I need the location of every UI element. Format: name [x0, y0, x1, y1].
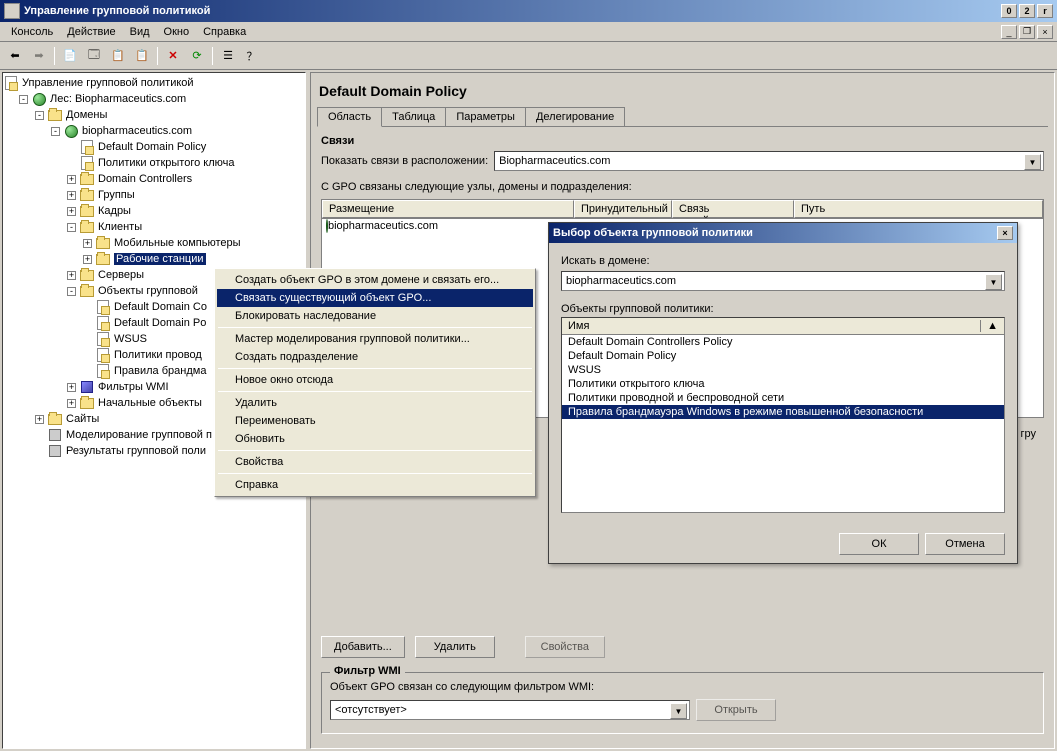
help-button[interactable]: ？	[241, 45, 263, 67]
cm-help[interactable]: Справка	[217, 476, 533, 494]
maximize-button[interactable]: 2	[1019, 4, 1035, 18]
add-button[interactable]: Добавить...	[321, 636, 405, 658]
tree-default-domain-policy[interactable]: Default Domain Policy	[3, 139, 305, 155]
list-item[interactable]: Политики открытого ключа	[562, 377, 1004, 391]
col-path[interactable]: Путь	[794, 200, 1043, 218]
menu-action[interactable]: Действие	[60, 24, 122, 40]
cancel-button[interactable]: Отмена	[925, 533, 1005, 555]
menu-window[interactable]: Окно	[157, 24, 197, 40]
search-domain-dropdown[interactable]: biopharmaceutics.com	[561, 271, 1005, 291]
tree-forest[interactable]: -Лес: Biopharmaceutics.com	[3, 91, 305, 107]
list-item[interactable]: WSUS	[562, 363, 1004, 377]
listbox-header[interactable]: Имя▲	[562, 318, 1004, 335]
show-hide-button[interactable]: 🗔	[83, 45, 105, 67]
list-item[interactable]: Политики проводной и беспроводной сети	[562, 391, 1004, 405]
properties-button-2[interactable]: Свойства	[525, 636, 605, 658]
refresh-button[interactable]: ⟳	[186, 45, 208, 67]
cm-delete[interactable]: Удалить	[217, 394, 533, 412]
cm-link-existing[interactable]: Связать существующий объект GPO...	[217, 289, 533, 307]
delete-button[interactable]: ✕	[162, 45, 184, 67]
cm-modeling-wizard[interactable]: Мастер моделирования групповой политики.…	[217, 330, 533, 348]
tab-delegation[interactable]: Делегирование	[525, 107, 625, 126]
tab-table[interactable]: Таблица	[381, 107, 446, 126]
page-title: Default Domain Policy	[317, 79, 1048, 107]
back-button[interactable]: ⬅	[4, 45, 26, 67]
dialog-title: Выбор объекта групповой политики	[553, 227, 753, 239]
remove-button[interactable]: Удалить	[415, 636, 495, 658]
tab-scope[interactable]: Область	[317, 107, 382, 127]
app-icon	[4, 3, 20, 19]
cm-refresh[interactable]: Обновить	[217, 430, 533, 448]
wmi-filter-title: Фильтр WMI	[330, 665, 405, 677]
minimize-button[interactable]: 0	[1001, 4, 1017, 18]
menu-console[interactable]: Консоль	[4, 24, 60, 40]
copy-button[interactable]: 📋	[107, 45, 129, 67]
tree-root[interactable]: Управление групповой политикой	[3, 75, 305, 91]
ok-button[interactable]: ОК	[839, 533, 919, 555]
col-enforced[interactable]: Принудительный	[574, 200, 672, 218]
tab-settings[interactable]: Параметры	[445, 107, 526, 126]
dialog-close-button[interactable]: ×	[997, 226, 1013, 240]
cm-block-inheritance[interactable]: Блокировать наследование	[217, 307, 533, 325]
up-button[interactable]: 📄	[59, 45, 81, 67]
main-titlebar: Управление групповой политикой 0 2 r	[0, 0, 1057, 22]
location-dropdown[interactable]: Biopharmaceutics.com	[494, 151, 1044, 171]
menu-view[interactable]: Вид	[123, 24, 157, 40]
list-item[interactable]: Default Domain Controllers Policy	[562, 335, 1004, 349]
col-location[interactable]: Размещение	[322, 200, 574, 218]
tree-domain[interactable]: -biopharmaceutics.com	[3, 123, 305, 139]
show-links-label: Показать связи в расположении:	[321, 155, 488, 167]
wmi-filter-label: Объект GPO связан со следующим фильтром …	[330, 681, 1035, 693]
cm-properties[interactable]: Свойства	[217, 453, 533, 471]
wmi-filter-dropdown[interactable]: <отсутствует>	[330, 700, 690, 720]
cm-create-gpo[interactable]: Создать объект GPO в этом домене и связа…	[217, 271, 533, 289]
mdi-minimize-button[interactable]: _	[1001, 25, 1017, 39]
tabs: Область Таблица Параметры Делегирование	[317, 107, 1048, 127]
dialog-titlebar[interactable]: Выбор объекта групповой политики ×	[549, 223, 1017, 243]
col-link-enabled[interactable]: Связь задействована	[672, 200, 794, 218]
list-item[interactable]: Default Domain Policy	[562, 349, 1004, 363]
tree-clients[interactable]: -Клиенты	[3, 219, 305, 235]
properties-button[interactable]: ☰	[217, 45, 239, 67]
mdi-restore-button[interactable]: ❐	[1019, 25, 1035, 39]
menu-help[interactable]: Справка	[196, 24, 253, 40]
paste-button[interactable]: 📋	[131, 45, 153, 67]
links-table-header: Размещение Принудительный Связь задейств…	[321, 199, 1044, 218]
cm-rename[interactable]: Переименовать	[217, 412, 533, 430]
cm-create-ou[interactable]: Создать подразделение	[217, 348, 533, 366]
search-domain-label: Искать в домене:	[561, 255, 1005, 267]
gpo-selection-dialog: Выбор объекта групповой политики × Искат…	[548, 222, 1018, 564]
tree-staff[interactable]: +Кадры	[3, 203, 305, 219]
close-button[interactable]: r	[1037, 4, 1053, 18]
linked-nodes-label: С GPO связаны следующие узлы, домены и п…	[321, 181, 1044, 193]
tree-domains[interactable]: -Домены	[3, 107, 305, 123]
cm-new-window[interactable]: Новое окно отсюда	[217, 371, 533, 389]
mdi-close-button[interactable]: ×	[1037, 25, 1053, 39]
tree-mobile[interactable]: +Мобильные компьютеры	[3, 235, 305, 251]
links-section-title: Связи	[321, 135, 1044, 147]
window-title: Управление групповой политикой	[24, 5, 210, 17]
gpo-objects-label: Объекты групповой политики:	[561, 303, 1005, 315]
gpo-listbox[interactable]: Имя▲ Default Domain Controllers Policy D…	[561, 317, 1005, 513]
menu-bar: Консоль Действие Вид Окно Справка _ ❐ ×	[0, 22, 1057, 42]
forward-button[interactable]: ➡	[28, 45, 50, 67]
context-menu: Создать объект GPO в этом домене и связа…	[214, 268, 536, 497]
tree-workstations[interactable]: +Рабочие станции	[3, 251, 305, 267]
tree-pki[interactable]: Политики открытого ключа	[3, 155, 305, 171]
toolbar: ⬅ ➡ 📄 🗔 📋 📋 ✕ ⟳ ☰ ？	[0, 42, 1057, 70]
open-button[interactable]: Открыть	[696, 699, 776, 721]
list-item-selected[interactable]: Правила брандмауэра Windows в режиме пов…	[562, 405, 1004, 419]
tree-groups[interactable]: +Группы	[3, 187, 305, 203]
tree-domain-controllers[interactable]: +Domain Controllers	[3, 171, 305, 187]
